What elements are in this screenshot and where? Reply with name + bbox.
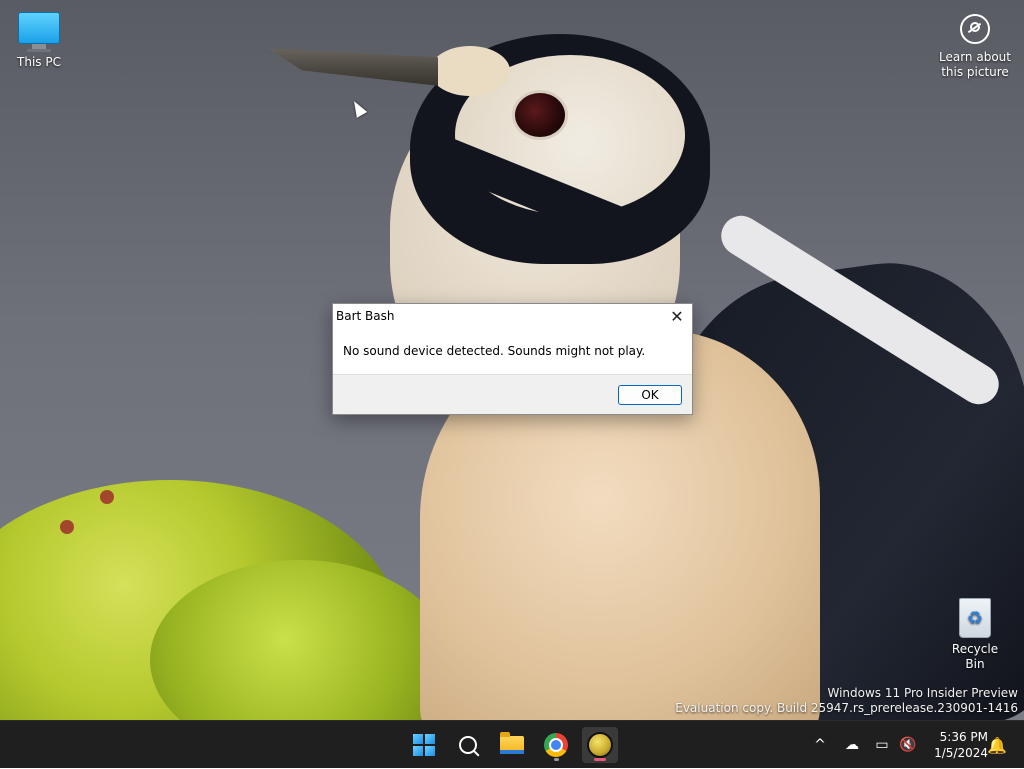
show-hidden-icons-chevron-icon[interactable]: ^	[808, 721, 832, 769]
bart-bash-icon	[587, 732, 613, 758]
recycle-bin-icon: ♻	[959, 598, 991, 638]
wallpaper-bird-forehead	[430, 46, 510, 96]
dialog-titlebar[interactable]: Bart Bash ✕	[333, 304, 692, 328]
learn-label-line1: Learn about	[939, 50, 1011, 64]
watermark-line1: Windows 11 Pro Insider Preview	[827, 686, 1018, 700]
running-indicator	[554, 758, 559, 761]
wallpaper-moss-flower	[100, 490, 114, 504]
sound-muted-icon[interactable]: 🔇	[898, 721, 918, 769]
desktop: This PC Learn about this picture ♻ Recyc…	[0, 0, 1024, 720]
folder-icon	[500, 732, 524, 754]
chrome-icon	[544, 733, 568, 757]
mouse-cursor-icon	[348, 98, 368, 118]
search-button[interactable]	[450, 727, 486, 763]
ok-button[interactable]: OK	[618, 384, 682, 405]
display-icon[interactable]: ▭	[872, 721, 892, 769]
close-icon[interactable]: ✕	[662, 304, 692, 328]
file-explorer-button[interactable]	[494, 727, 530, 763]
chrome-button[interactable]	[538, 727, 574, 763]
wallpaper-bird-beak	[268, 48, 438, 86]
bart-bash-button[interactable]	[582, 727, 618, 763]
clock-time: 5:36 PM	[939, 730, 988, 744]
dialog-footer: OK	[333, 375, 692, 414]
network-icon[interactable]: ☁	[840, 721, 864, 769]
windows-logo-icon	[413, 734, 435, 756]
active-indicator	[594, 758, 606, 761]
message-dialog: Bart Bash ✕ No sound device detected. So…	[332, 303, 693, 415]
notification-bell-icon[interactable]: 🔔	[986, 721, 1008, 769]
recycle-bin-label: Recycle Bin	[951, 642, 999, 671]
this-pc-label: This PC	[17, 55, 61, 69]
taskbar: ^ ☁ ▭ 🔇 5:36 PM 1/5/2024 🔔	[0, 720, 1024, 768]
dialog-content: No sound device detected. Sounds might n…	[333, 328, 692, 375]
start-button[interactable]	[406, 727, 442, 763]
build-watermark: Windows 11 Pro Insider Preview Evaluatio…	[675, 686, 1018, 716]
wallpaper-bird-eye	[512, 90, 568, 140]
learn-label-line2: this picture	[941, 65, 1009, 79]
learn-icon	[960, 14, 990, 44]
watermark-line2: Evaluation copy. Build 25947.rs_prerelea…	[675, 701, 1018, 715]
recycle-bin-shortcut[interactable]: ♻ Recycle Bin	[942, 598, 1008, 672]
wallpaper-moss-flower	[60, 520, 74, 534]
this-pc-shortcut[interactable]: This PC	[8, 10, 70, 70]
clock[interactable]: 5:36 PM 1/5/2024	[924, 729, 988, 761]
learn-about-picture-shortcut[interactable]: Learn about this picture	[928, 14, 1022, 80]
clock-date: 1/5/2024	[934, 746, 988, 760]
computer-icon	[8, 12, 70, 52]
dialog-title: Bart Bash	[336, 309, 395, 323]
search-icon	[459, 736, 477, 754]
dialog-message: No sound device detected. Sounds might n…	[343, 344, 646, 358]
